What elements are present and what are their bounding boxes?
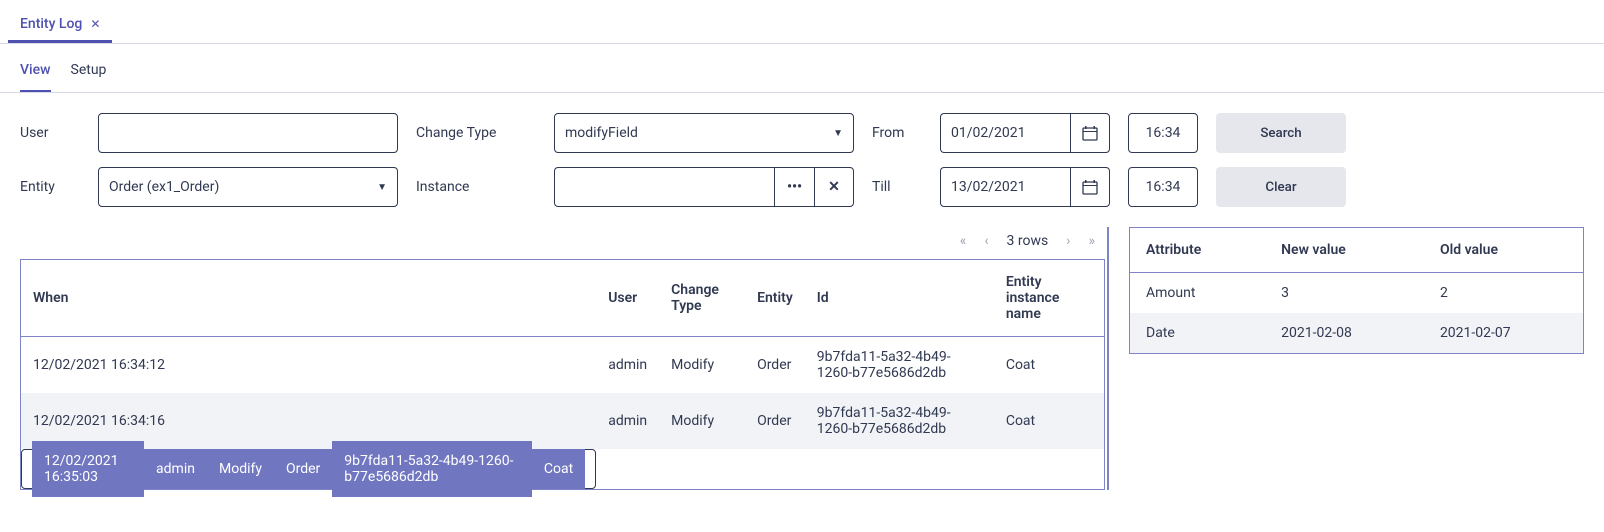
instance-label: Instance	[416, 179, 536, 195]
attribute-table: Attribute New value Old value Amount 3 2…	[1129, 227, 1584, 354]
cell-entity: Order	[745, 337, 805, 394]
cell-id: 9b7fda11-5a32-4b49-1260-b77e5686d2db	[805, 393, 994, 449]
col-when[interactable]: When	[21, 260, 597, 337]
chevron-down-icon: ▼	[377, 182, 387, 193]
filter-form: User Change Type modifyField ▼ From Sear…	[0, 93, 1604, 227]
instance-picker-button[interactable]: •••	[774, 167, 814, 207]
cell-attribute: Amount	[1130, 273, 1266, 314]
tab-entity-log[interactable]: Entity Log ✕	[8, 8, 112, 43]
pager-last-icon[interactable]: »	[1088, 233, 1095, 249]
instance-clear-button[interactable]: ✕	[814, 167, 854, 207]
from-time-input[interactable]	[1128, 113, 1198, 153]
log-table: When User Change Type Entity Id Entity i…	[20, 259, 1105, 490]
from-label: From	[872, 125, 922, 141]
change-type-select[interactable]: modifyField ▼	[554, 113, 854, 153]
from-date-input[interactable]	[940, 113, 1070, 153]
cell-old-value: 2	[1424, 273, 1584, 314]
close-icon[interactable]: ✕	[90, 17, 100, 31]
cell-change-type: Modify	[207, 449, 274, 489]
header-tabs: Entity Log ✕	[0, 0, 1604, 44]
change-type-value: modifyField	[565, 125, 638, 141]
change-type-label: Change Type	[416, 125, 536, 141]
tab-setup[interactable]: Setup	[71, 62, 107, 92]
cell-old-value: 2021-02-07	[1424, 313, 1584, 354]
pager: « ‹ 3 rows › »	[20, 227, 1105, 259]
table-row[interactable]: Amount 3 2	[1130, 273, 1584, 314]
table-row[interactable]: 12/02/2021 16:34:12 admin Modify Order 9…	[21, 337, 1105, 394]
calendar-icon[interactable]	[1070, 113, 1110, 153]
instance-group: ••• ✕	[554, 167, 854, 207]
entity-value: Order (ex1_Order)	[109, 179, 219, 195]
user-label: User	[20, 125, 80, 141]
tab-label: Entity Log	[20, 16, 82, 32]
table-row[interactable]: 12/02/2021 16:34:16 admin Modify Order 9…	[21, 393, 1105, 449]
table-header-row: Attribute New value Old value	[1130, 228, 1584, 273]
cell-new-value: 3	[1265, 273, 1424, 314]
col-old-value[interactable]: Old value	[1424, 228, 1584, 273]
cell-instance-name: Coat	[994, 393, 1105, 449]
cell-entity: Order	[745, 393, 805, 449]
clear-button[interactable]: Clear	[1216, 167, 1346, 207]
col-change-type[interactable]: Change Type	[659, 260, 745, 337]
instance-input[interactable]	[554, 167, 774, 207]
col-user[interactable]: User	[596, 260, 659, 337]
cell-user: admin	[144, 449, 207, 489]
chevron-down-icon: ▼	[833, 128, 843, 139]
entity-label: Entity	[20, 179, 80, 195]
cell-instance-name: Coat	[532, 449, 585, 489]
cell-user: admin	[596, 393, 659, 449]
col-instance-name[interactable]: Entity instance name	[994, 260, 1105, 337]
pager-prev-icon[interactable]: ‹	[984, 233, 988, 249]
cell-entity: Order	[274, 449, 332, 489]
cell-change-type: Modify	[659, 393, 745, 449]
table-row[interactable]: 12/02/2021 16:35:03 admin Modify Order 9…	[21, 449, 596, 489]
cell-id: 9b7fda11-5a32-4b49-1260-b77e5686d2db	[805, 337, 994, 394]
cell-instance-name: Coat	[994, 337, 1105, 394]
cell-id: 9b7fda11-5a32-4b49-1260-b77e5686d2db	[332, 441, 532, 497]
tab-view[interactable]: View	[20, 62, 51, 92]
cell-change-type: Modify	[659, 337, 745, 394]
user-input[interactable]	[98, 113, 398, 153]
calendar-icon[interactable]	[1070, 167, 1110, 207]
cell-attribute: Date	[1130, 313, 1266, 354]
cell-new-value: 2021-02-08	[1265, 313, 1424, 354]
cell-user: admin	[596, 337, 659, 394]
till-date-group	[940, 167, 1110, 207]
from-date-group	[940, 113, 1110, 153]
col-id[interactable]: Id	[805, 260, 994, 337]
inner-tabs: View Setup	[0, 44, 1604, 93]
table-header-row: When User Change Type Entity Id Entity i…	[21, 260, 1105, 337]
till-time-input[interactable]	[1128, 167, 1198, 207]
pager-rows-text: 3 rows	[1007, 233, 1049, 249]
cell-when: 12/02/2021 16:34:12	[21, 337, 597, 394]
pager-first-icon[interactable]: «	[960, 233, 967, 249]
col-new-value[interactable]: New value	[1265, 228, 1424, 273]
till-label: Till	[872, 179, 922, 195]
cell-when: 12/02/2021 16:35:03	[32, 441, 144, 497]
entity-select[interactable]: Order (ex1_Order) ▼	[98, 167, 398, 207]
col-attribute[interactable]: Attribute	[1130, 228, 1266, 273]
pager-next-icon[interactable]: ›	[1066, 233, 1070, 249]
col-entity[interactable]: Entity	[745, 260, 805, 337]
search-button[interactable]: Search	[1216, 113, 1346, 153]
table-row[interactable]: Date 2021-02-08 2021-02-07	[1130, 313, 1584, 354]
till-date-input[interactable]	[940, 167, 1070, 207]
